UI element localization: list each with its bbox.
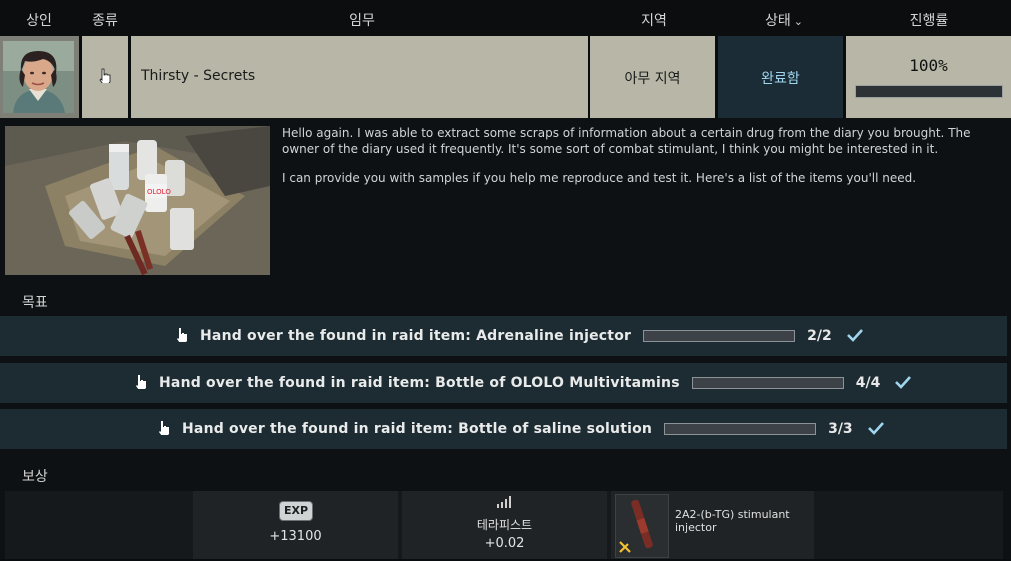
objective-text: Hand over the found in raid item: Adrena… (200, 328, 632, 344)
quest-status-cell: 완료함 (718, 36, 843, 118)
objective-count: 2/2 (807, 328, 832, 344)
trader-cell (0, 36, 79, 118)
quest-location: 아무 지역 (624, 71, 681, 87)
reputation-reward: 테라피스트 +0.02 (402, 491, 607, 559)
objective-row[interactable]: Hand over the found in raid item: Bottle… (0, 363, 1007, 403)
header-task: 임무 (349, 13, 375, 29)
quest-title-cell[interactable]: Thirsty - Secrets (131, 36, 588, 118)
header-status-label: 상태 (765, 13, 791, 29)
quest-table-header: 상인 종류 임무 지역 상태 ⌄ 진행률 (0, 0, 1011, 36)
checkmark-icon (867, 420, 885, 439)
rewards-panel: EXP +13100 테라피스트 +0.02 2A2-(b-TG) stimul… (5, 491, 1003, 559)
reputation-value: +0.02 (484, 536, 525, 551)
quest-description: Hello again. I was able to extract some … (282, 126, 996, 201)
reputation-trader: 테라피스트 (476, 518, 533, 532)
reputation-bars-icon (496, 494, 512, 513)
header-type: 종류 (92, 13, 118, 29)
hand-pointer-icon (99, 68, 111, 87)
hand-pointer-icon (176, 327, 188, 346)
objective-progress-bar (691, 377, 844, 389)
rewards-label: 보상 (22, 469, 48, 485)
quest-status: 완료함 (761, 71, 800, 87)
description-paragraph-1: Hello again. I was able to extract some … (282, 126, 971, 156)
quest-progress-bar (855, 85, 1003, 98)
objective-row[interactable]: Hand over the found in raid item: Bottle… (0, 409, 1007, 449)
checkmark-icon (894, 374, 912, 393)
quest-row[interactable]: Thirsty - Secrets 아무 지역 완료함 100% (0, 36, 1011, 118)
objective-progress-bar (664, 423, 817, 435)
objective-count: 4/4 (855, 375, 881, 391)
objective-count: 3/3 (828, 421, 853, 437)
header-progress: 진행률 (909, 13, 949, 29)
tools-icon (618, 539, 632, 558)
exp-reward: EXP +13100 (193, 491, 398, 559)
quest-location-cell: 아무 지역 (590, 36, 715, 118)
item-thumbnail (615, 494, 669, 558)
header-status-sort[interactable]: 상태 ⌄ (758, 10, 810, 30)
header-trader: 상인 (26, 13, 52, 29)
objective-text: Hand over the found in raid item: Bottle… (159, 375, 680, 391)
quest-image: OLOLO (5, 126, 270, 275)
item-name: 2A2-(b-TG) stimulant injector (675, 508, 790, 534)
chevron-down-icon: ⌄ (793, 15, 803, 28)
objectives-label: 목표 (22, 295, 48, 311)
header-location: 지역 (641, 13, 667, 29)
objective-progress-bar (643, 330, 796, 342)
hand-pointer-icon (135, 374, 147, 393)
objective-text: Hand over the found in raid item: Bottle… (182, 421, 653, 437)
quest-type-cell (82, 36, 128, 118)
quest-progress-cell: 100% (846, 36, 1011, 118)
objective-row[interactable]: Hand over the found in raid item: Adrena… (0, 316, 1007, 356)
exp-badge-icon: EXP (279, 501, 313, 521)
hand-pointer-icon (158, 420, 170, 439)
exp-value: +13100 (269, 529, 322, 544)
quest-progress-text: 100% (909, 56, 948, 75)
trader-avatar (3, 41, 74, 113)
description-paragraph-2: I can provide you with samples if you he… (282, 171, 917, 185)
quest-title: Thirsty - Secrets (141, 68, 256, 84)
item-reward[interactable]: 2A2-(b-TG) stimulant injector (611, 491, 814, 559)
image-bottle-label: OLOLO (147, 188, 171, 196)
checkmark-icon (846, 327, 864, 346)
